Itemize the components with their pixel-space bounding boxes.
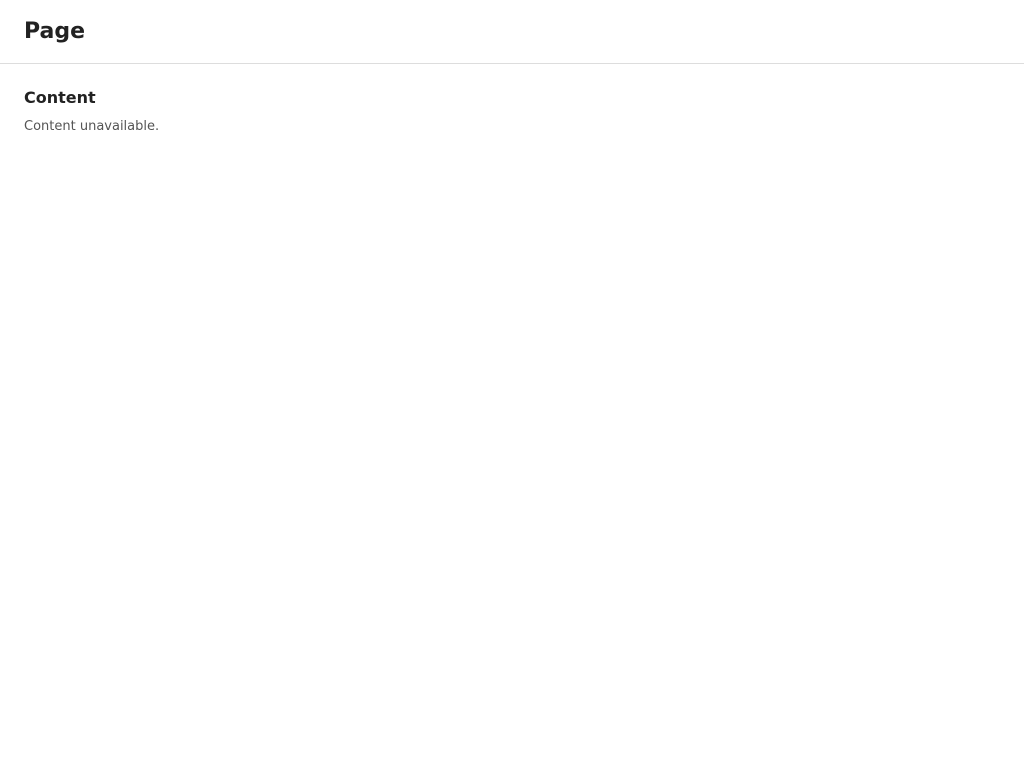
page-header: Page: [0, 0, 1024, 64]
placeholder-text: Content unavailable.: [24, 119, 160, 134]
section-heading: Content: [24, 88, 96, 107]
page-title: Page: [24, 19, 86, 44]
main-content: Content Content unavailable.: [0, 64, 1024, 161]
